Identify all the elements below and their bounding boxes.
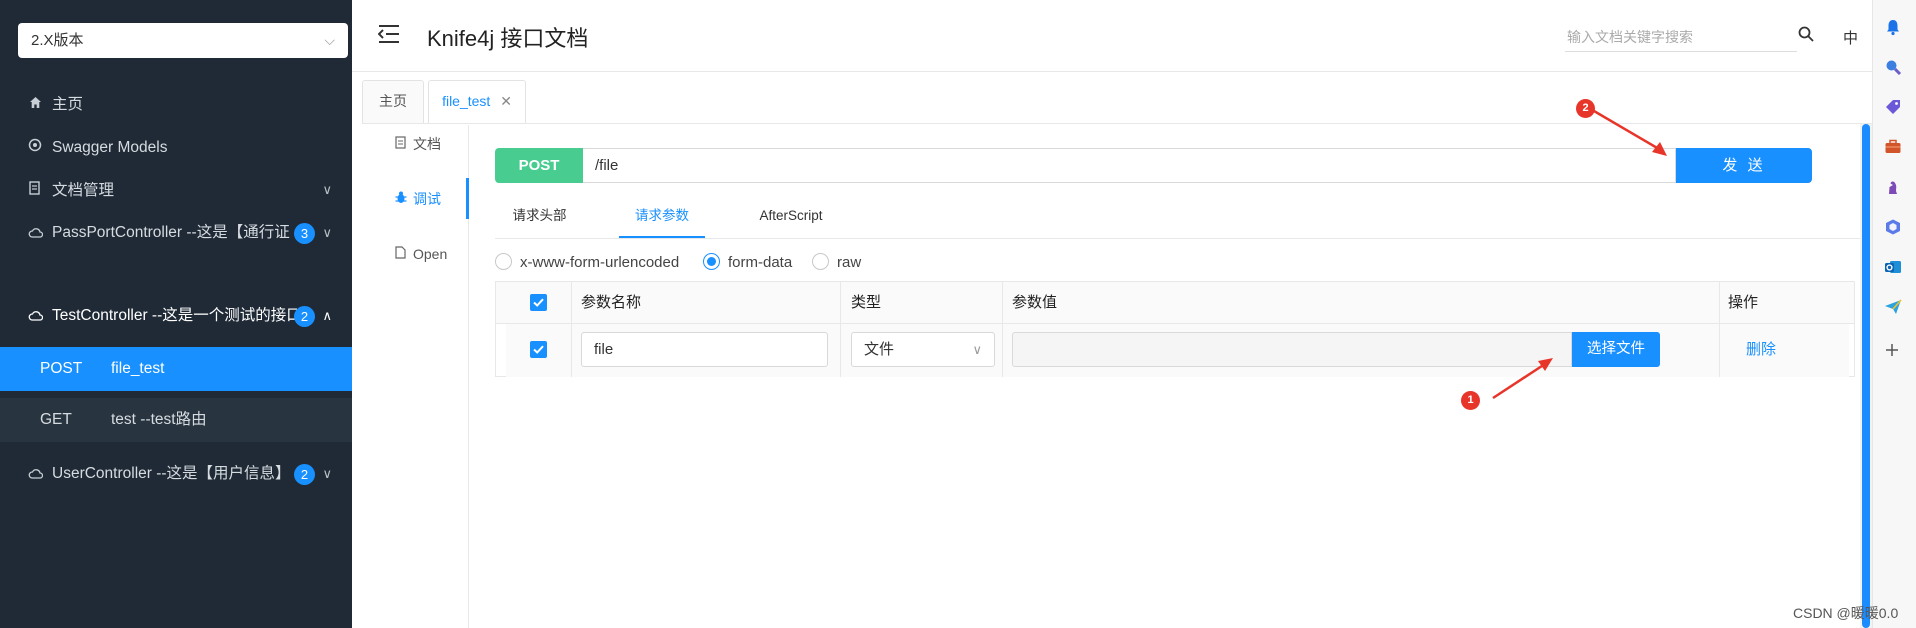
annotation-arrowhead (1538, 358, 1553, 371)
watermark: CSDN @暖暖0.0 (1793, 605, 1899, 621)
annotation-overlay (1492, 109, 1667, 400)
annotation-arrow (1593, 109, 1665, 154)
annotation-marker: 1 (1461, 391, 1480, 410)
annotation-marker: 2 (1576, 99, 1595, 118)
annotation-arrow (1492, 360, 1549, 400)
annotation-arrowhead (1652, 142, 1667, 156)
